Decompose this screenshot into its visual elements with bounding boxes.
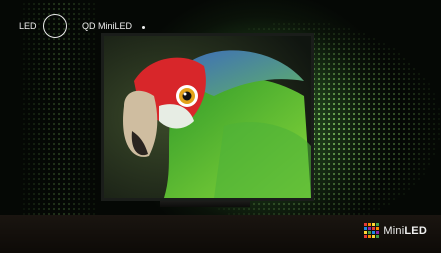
- logo-pixel: [372, 227, 376, 230]
- hero-banner: LED QD MiniLED MiniLED: [0, 0, 441, 253]
- parrot-image: [104, 36, 311, 198]
- large-circle-icon: [43, 14, 67, 38]
- logo-pixel: [368, 223, 372, 226]
- logo-pixel: [364, 235, 368, 238]
- logo-pixel: [368, 227, 372, 230]
- logo-pixel: [364, 223, 368, 226]
- logo-pixel: [372, 231, 376, 234]
- tv-screen: [101, 33, 314, 201]
- miniled-logo: MiniLED: [364, 223, 427, 238]
- logo-pixel: [376, 231, 380, 234]
- logo-pixel: [368, 231, 372, 234]
- logo-pixel: [364, 231, 368, 234]
- logo-pixel: [376, 235, 380, 238]
- logo-pixel: [364, 227, 368, 230]
- legend-led-label: LED: [19, 21, 37, 31]
- logo-pixel: [372, 235, 376, 238]
- miniled-logo-icon: [364, 223, 380, 238]
- tv-stand: [160, 201, 250, 207]
- logo-pixel: [372, 223, 376, 226]
- logo-pixel: [376, 223, 380, 226]
- logo-pixel: [376, 227, 380, 230]
- small-dot-icon: [142, 26, 145, 29]
- miniled-logo-text: MiniLED: [383, 224, 427, 237]
- logo-pixel: [368, 235, 372, 238]
- legend-qd-miniled-label: QD MiniLED: [82, 21, 133, 31]
